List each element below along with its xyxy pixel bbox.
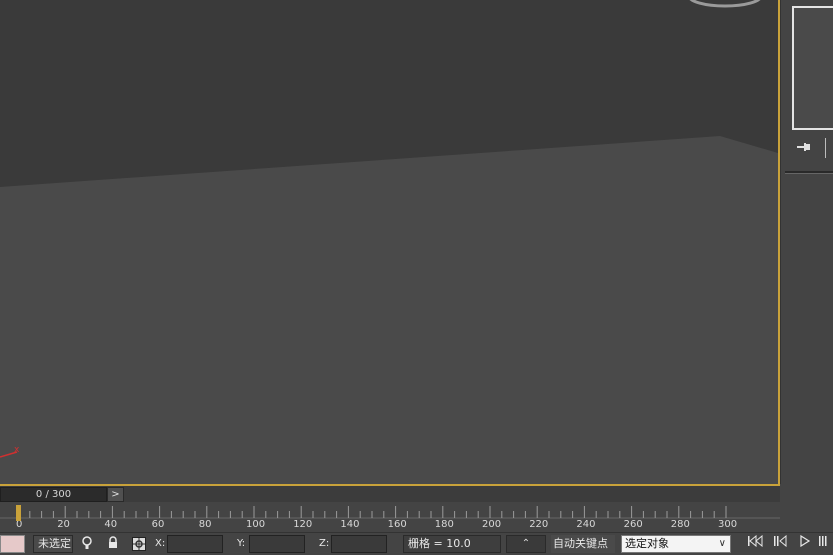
maxscript-listener[interactable] xyxy=(0,535,25,553)
viewport-scene: x xyxy=(0,0,778,484)
next-frame-icon[interactable] xyxy=(815,535,833,553)
ground-plane xyxy=(0,136,778,484)
z-coordinate-field[interactable] xyxy=(331,535,387,553)
ruler-tick-label: 300 xyxy=(718,519,737,530)
playhead[interactable] xyxy=(16,505,21,521)
ruler-tick-label: 20 xyxy=(57,519,70,530)
previous-frame-icon[interactable] xyxy=(770,534,790,553)
track-bar[interactable]: 0 20 40 60 80 100 120 140 160 180 200 220 240 260 280 3… xyxy=(0,502,780,532)
ruler-tick-label: 240 xyxy=(576,519,595,530)
play-icon[interactable] xyxy=(795,534,815,553)
command-panel xyxy=(780,0,833,484)
selection-filter-dropdown[interactable]: 选定对象 ∨ xyxy=(621,535,731,553)
ruler-tick-label: 160 xyxy=(388,519,407,530)
ruler-tick-label: 200 xyxy=(482,519,501,530)
add-time-tag-button[interactable]: ⌃ xyxy=(506,535,546,553)
absolute-mode-icon[interactable] xyxy=(132,537,146,551)
ruler-tick-label: 80 xyxy=(199,519,212,530)
ruler-tick-label: 120 xyxy=(293,519,312,530)
axis-x-label: x xyxy=(14,445,20,455)
panel-divider xyxy=(785,171,833,174)
lock-icon[interactable] xyxy=(105,535,121,553)
selection-status: 未选定 xyxy=(33,535,73,553)
time-slider-bar[interactable]: 0 / 300 > xyxy=(0,486,780,502)
z-coordinate-label: Z: xyxy=(319,538,330,549)
x-coordinate-field[interactable] xyxy=(167,535,223,553)
status-bar: 未选定 X: Y: Z: 栅格 = 10.0 ⌃ 自动关键点 选定对象 ∨ xyxy=(0,532,833,553)
pin-icon[interactable] xyxy=(795,141,813,155)
selection-filter-value: 选定对象 xyxy=(625,537,669,550)
ruler-tick-label: 260 xyxy=(624,519,643,530)
grid-spacing-readout: 栅格 = 10.0 xyxy=(403,535,501,553)
ruler-tick-label: 100 xyxy=(246,519,265,530)
ruler-tick-label: 140 xyxy=(340,519,359,530)
lightbulb-icon[interactable] xyxy=(79,535,95,553)
perspective-viewport[interactable]: x xyxy=(0,0,780,486)
timeline-ruler: 0 20 40 60 80 100 120 140 160 180 200 220 240 260 280 3… xyxy=(0,506,780,530)
go-to-start-icon[interactable] xyxy=(745,534,765,553)
ruler-tick-label: 180 xyxy=(435,519,454,530)
y-coordinate-label: Y: xyxy=(237,538,246,549)
time-slider-next-button[interactable]: > xyxy=(107,487,124,502)
y-coordinate-field[interactable] xyxy=(249,535,305,553)
panel-divider xyxy=(825,138,826,158)
ruler-tick-label: 40 xyxy=(104,519,117,530)
auto-key-button[interactable]: 自动关键点 xyxy=(551,535,615,553)
x-coordinate-label: X: xyxy=(155,538,166,549)
panel-preview[interactable] xyxy=(792,6,833,130)
time-slider[interactable]: 0 / 300 xyxy=(0,487,107,502)
ruler-tick-label: 280 xyxy=(671,519,690,530)
ruler-tick-label: 60 xyxy=(152,519,165,530)
chevron-down-icon: ∨ xyxy=(718,538,726,549)
ruler-tick-label: 220 xyxy=(529,519,548,530)
